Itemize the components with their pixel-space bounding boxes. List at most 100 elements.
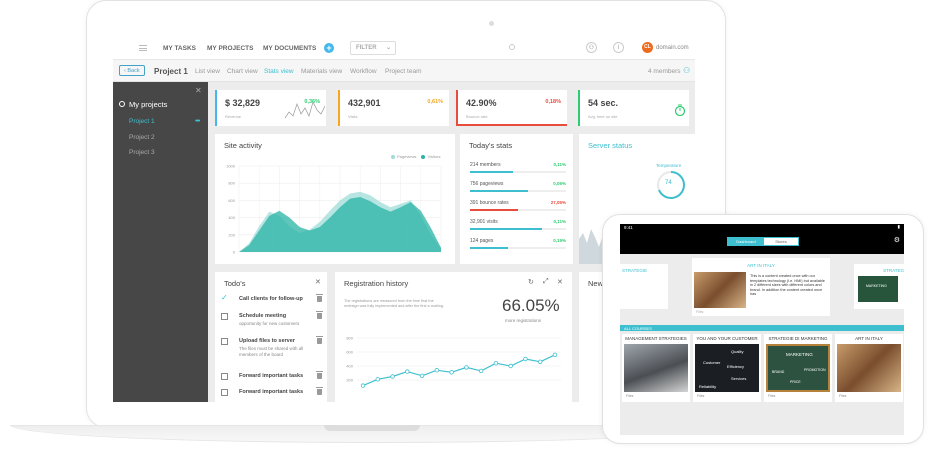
todo-title: Forward important tasks [239, 373, 304, 379]
y-tick-label: 400 [346, 364, 353, 369]
info-icon[interactable]: i [613, 42, 624, 53]
refresh-icon[interactable]: ↻ [528, 278, 534, 286]
tablet-time: 9:41 [624, 225, 633, 230]
all-courses-bar: ALL COURSES [620, 325, 904, 331]
tablet-card-strateg[interactable]: STRATEG MARKETING [854, 264, 904, 309]
registration-point [360, 383, 366, 388]
card-title: Today's stats [469, 141, 513, 150]
add-button[interactable]: + [324, 43, 334, 53]
trash-icon[interactable] [316, 371, 323, 379]
search-icon[interactable] [509, 44, 515, 50]
tablet-card-art-in-italy[interactable]: ART IN ITALY This is a content created o… [692, 258, 830, 316]
chalk-word: Customer [703, 360, 721, 365]
site-activity-card: Site activity Pageviews Visitors 0 200 400… [215, 134, 455, 264]
todo-checkbox[interactable] [221, 313, 228, 320]
sidebar-item-project-3[interactable]: Project 3 [129, 149, 155, 156]
expand-icon[interactable]: ⤢ [543, 278, 549, 286]
timer-icon [674, 104, 686, 116]
kpi-label: Bounce rate [466, 114, 488, 119]
trash-icon[interactable] [316, 336, 323, 344]
y-tick-label: 200 [228, 232, 235, 237]
close-icon[interactable]: ✕ [557, 278, 563, 286]
menu-icon[interactable] [139, 45, 147, 51]
stat-number: 391 bounce rates [470, 200, 509, 206]
kpi-revenue: $ 32,829 Revenue 0,36% [215, 90, 326, 126]
registration-card: Registration history ↻ ⤢ ✕ The registrat… [335, 272, 572, 402]
course-management-strategies[interactable]: MANAGEMENT STRATEGIES Files [622, 334, 690, 402]
trash-icon[interactable] [316, 294, 323, 302]
nav-my-projects[interactable]: MY PROJECTS [207, 45, 253, 52]
meeting-thumbnail [624, 344, 688, 392]
kpi-time: 54 sec. Avg. time on site [578, 90, 689, 126]
nav-my-documents[interactable]: MY DOCUMENTS [263, 45, 316, 52]
stat-percent: 0,11% [553, 219, 566, 224]
nav-my-tasks[interactable]: MY TASKS [163, 45, 196, 52]
sidebar-item-project-1[interactable]: Project 1 [129, 118, 155, 125]
add-member-icon[interactable]: ⚇ [683, 66, 690, 75]
kpi-label: Revenue [225, 114, 242, 119]
sidebar: ✕ My projects Project 1 ••• Project 2 Pr… [113, 82, 208, 402]
todo-title: Schedule meeting [239, 313, 287, 319]
y-tick-label: 400 [228, 215, 235, 220]
card-title: Server status [588, 141, 633, 150]
todo-subtitle: The files must be shared with all member… [239, 346, 304, 357]
chalk-thumbnail: Quality Customer Efficiency Services Rel… [695, 344, 759, 392]
registration-point [390, 374, 395, 379]
stat-bar [470, 209, 518, 211]
todo-checkbox[interactable] [221, 338, 228, 345]
todays-stats-card: Today's stats 214 members 0,11% 756 page… [460, 134, 573, 264]
more-icon[interactable]: ••• [195, 118, 200, 125]
kpi-pct: 0,18% [545, 99, 561, 105]
todo-checkbox[interactable] [221, 373, 228, 380]
stat-bar [470, 247, 509, 249]
chalk-word: PRICE [790, 380, 801, 384]
stat-number: 214 members [470, 162, 501, 168]
course-art-in-italy[interactable]: ART IN ITALY Files [835, 334, 903, 402]
tablet-status-bar: 9:41 ▮ [620, 224, 904, 232]
card-title: Todo's [224, 279, 246, 288]
trash-icon[interactable] [316, 311, 323, 319]
trash-icon[interactable] [316, 387, 323, 395]
tab-dashboard[interactable]: Dashboard [728, 238, 764, 245]
tab-workflow[interactable]: Workflow [350, 68, 377, 75]
card-title: Site activity [224, 141, 262, 150]
tablet-card-strategie[interactable]: STRATEGIE [620, 264, 668, 309]
card-text: This is a content created once with our … [750, 274, 825, 297]
registration-sub: more registrations [505, 318, 542, 323]
avatar[interactable]: CL [642, 42, 653, 53]
kpi-label: Visits [348, 114, 358, 119]
tab-materials-view[interactable]: Materials view [301, 68, 342, 75]
close-icon[interactable]: ✕ [195, 86, 202, 95]
camera [489, 21, 494, 26]
tab-stats-view[interactable]: Stats view [264, 68, 294, 75]
y-tick-label: 800 [346, 336, 353, 341]
course-title: MANAGEMENT STRATEGIES [625, 336, 687, 341]
y-tick-label: 0 [233, 250, 236, 255]
back-button[interactable]: ‹ Back [119, 65, 145, 76]
user-icon[interactable]: ⚇ [586, 42, 597, 53]
course-you-and-your-customer[interactable]: YOU AND YOUR CUSTOMER Quality Customer E… [693, 334, 761, 402]
checkmark-icon[interactable]: ✓ [221, 293, 228, 302]
chalk-word: MARKETING [786, 352, 813, 357]
back-label: Back [127, 68, 140, 74]
registration-point [523, 356, 528, 362]
card-footer: Files [697, 394, 705, 398]
tab-chart-view[interactable]: Chart view [227, 68, 258, 75]
close-icon[interactable]: ✕ [315, 278, 321, 286]
sidebar-item-project-2[interactable]: Project 2 [129, 134, 155, 141]
registration-point [538, 359, 543, 364]
y-tick-label: 800 [228, 181, 235, 186]
members-count[interactable]: 4 members [648, 68, 681, 75]
tab-project-team[interactable]: Project team [385, 68, 422, 75]
stat-bar-track [513, 171, 566, 173]
chalk-word: Quality [731, 349, 744, 354]
course-strategie-di-marketing[interactable]: STRATEGIE DI MARKETING MARKETING BRAND P… [764, 334, 832, 402]
y-tick-label: 1000 [226, 164, 236, 169]
tab-list-view[interactable]: List view [195, 68, 220, 75]
todo-checkbox[interactable] [221, 389, 228, 396]
tab-stores[interactable]: Stores [764, 238, 798, 245]
filter-dropdown[interactable]: FILTER ⌄ [350, 41, 396, 55]
chalk-word: PROMOTION [804, 368, 826, 372]
gear-icon[interactable]: ⚙ [894, 236, 900, 244]
card-footer: Files [839, 394, 847, 398]
